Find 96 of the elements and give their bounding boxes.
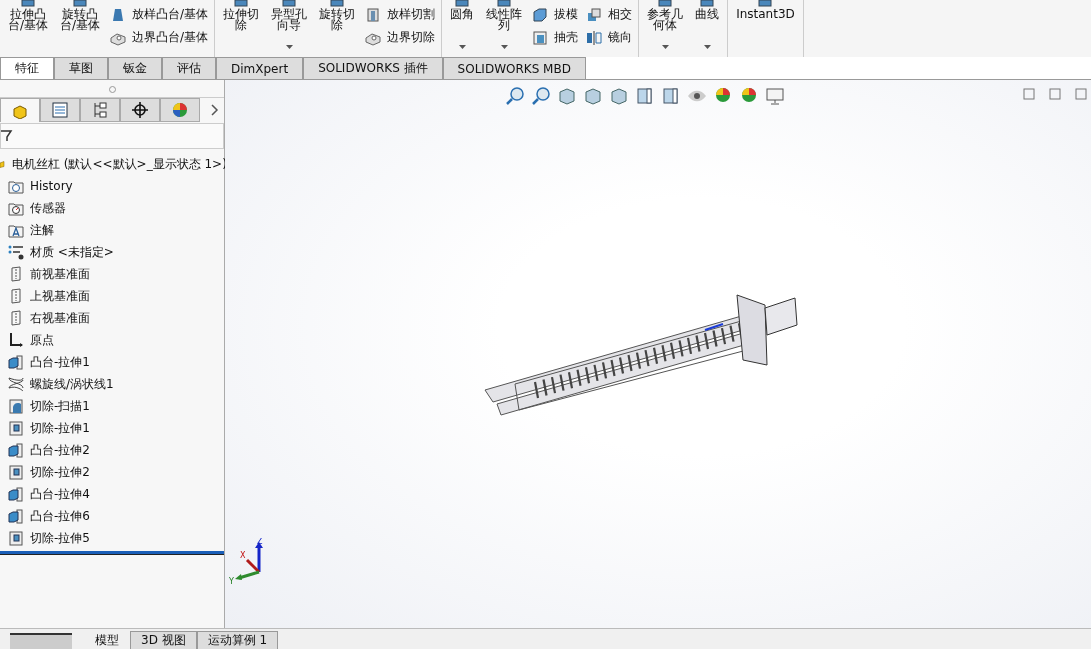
feature-icon [330,0,345,7]
caret-icon[interactable] [661,45,669,49]
view-orientation-icon[interactable] [635,86,655,106]
tree-item[interactable]: 原点 [0,329,224,351]
boss-icon [8,354,24,370]
caret-icon[interactable] [285,45,293,49]
ribbon-button[interactable]: 拉伸切 除 [221,0,262,55]
display-icon [172,102,188,118]
filter-field[interactable] [0,123,224,149]
tree-item[interactable]: 上视基准面 [0,285,224,307]
command-tab[interactable]: 草图 [54,57,108,79]
shell-icon [532,29,549,46]
rollback-bar[interactable] [0,551,224,555]
feature-icon [73,0,88,7]
config-icon [92,102,108,118]
plane-icon [8,266,24,282]
ribbon-button[interactable]: 圆角 [448,0,477,55]
loft-cut-icon [365,6,382,23]
feature-icon [497,0,512,7]
tree-item[interactable]: 凸台-拉伸6 [0,505,224,527]
caret-icon[interactable] [500,45,508,49]
model-tab[interactable]: 运动算例 1 [196,631,279,649]
feature-icon [282,0,297,7]
command-tab[interactable]: SOLIDWORKS 插件 [303,57,443,79]
intersect-icon [586,6,603,23]
tree-item[interactable]: 切除-拉伸5 [0,527,224,549]
feature-icon [234,0,249,7]
model-tab[interactable]: 3D 视图 [130,631,197,649]
ribbon-button[interactable]: 旋转切 除 [317,0,358,55]
cut-icon [8,464,24,480]
material-icon [8,244,24,260]
command-tab[interactable]: 特征 [0,57,54,79]
ribbon-button[interactable]: 边界凸台/基体 [110,29,209,46]
feature-icon [658,0,673,7]
history-icon [8,178,24,194]
ribbon-button[interactable]: 拉伸凸 台/基体 [6,0,51,55]
tree-item[interactable]: History [0,175,224,197]
sweep-icon [8,398,24,414]
ribbon-button[interactable]: 旋转凸 台/基体 [58,0,103,55]
tree-item[interactable]: 切除-拉伸2 [0,461,224,483]
annotation-icon [8,222,24,238]
feature-icon [455,0,470,7]
display-style-icon[interactable] [661,86,681,106]
tree-item[interactable]: 传感器 [0,197,224,219]
mirror-icon [586,29,603,46]
command-tab[interactable]: 钣金 [108,57,162,79]
command-tab[interactable]: DimXpert [216,57,304,79]
helix-icon [8,376,24,392]
view-settings-icon[interactable] [765,86,785,106]
cut-icon [8,530,24,546]
tree-item[interactable]: 凸台-拉伸1 [0,351,224,373]
ribbon-button[interactable]: 抽壳 [532,29,579,46]
boss-icon [8,486,24,502]
ribbon-button[interactable]: 曲线 [693,0,722,55]
dimxpert-icon [132,102,148,118]
axis-triad-drawing: Z X Y [229,538,275,584]
boss-icon [8,508,24,524]
tree-item[interactable]: 螺旋线/涡状线1 [0,373,224,395]
cut-icon [8,420,24,436]
ribbon-button[interactable]: 拔模 [532,6,579,23]
zoom-fit-icon[interactable] [505,86,525,106]
tree-item[interactable]: 切除-拉伸1 [0,417,224,439]
feature-icon [700,0,715,7]
manager-tab[interactable] [120,98,160,122]
tree-item[interactable]: 切除-扫描1 [0,395,224,417]
command-tab[interactable]: SOLIDWORKS MBD [442,57,586,79]
tree-item[interactable]: 凸台-拉伸4 [0,483,224,505]
ribbon-button[interactable]: 放样切割 [365,6,436,23]
plane-icon [8,288,24,304]
caret-icon[interactable] [703,45,711,49]
caret-icon[interactable] [458,45,466,49]
tree-item[interactable]: 前视基准面 [0,263,224,285]
draft-icon [532,6,549,23]
ribbon-button[interactable]: 边界切除 [365,29,436,46]
chevron-right-icon[interactable] [208,104,220,116]
tree-item[interactable]: 注解 [0,219,224,241]
ribbon-button[interactable]: 镜向 [586,29,633,46]
ribbon-button[interactable]: 放样凸台/基体 [110,6,209,23]
boss-icon [8,442,24,458]
tree-item[interactable]: 右视基准面 [0,307,224,329]
tree-item[interactable]: 凸台-拉伸2 [0,439,224,461]
feature-icon [21,0,35,7]
ribbon-button[interactable]: Instant3D [734,0,797,55]
command-tab[interactable]: 评估 [162,57,216,79]
feature-icon [758,0,773,7]
tree-item[interactable]: 材质 <未指定> [0,241,224,263]
ribbon-button[interactable]: 线性阵 列 [484,0,525,55]
origin-icon [8,332,24,348]
ribbon-button[interactable]: 参考几 何体 [645,0,686,55]
property-icon [52,102,68,118]
sensor-icon [8,200,24,216]
tab-scroll-buttons[interactable] [10,633,72,649]
ribbon-button[interactable]: 相交 [586,6,633,23]
plane-icon [8,310,24,326]
zoom-area-icon[interactable] [531,86,551,106]
ribbon-button[interactable]: 异型孔 向导 [269,0,310,55]
